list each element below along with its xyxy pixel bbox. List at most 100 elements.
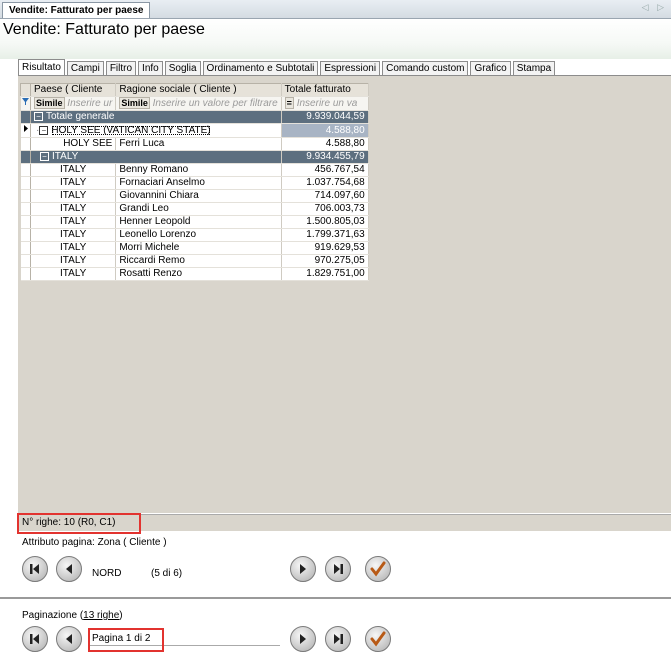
cell-paese[interactable]: ITALY — [30, 267, 117, 281]
next-page-attribute-button[interactable] — [290, 556, 316, 582]
table-row[interactable]: ITALY Riccardi Remo 970.275,05 — [20, 254, 369, 268]
apply-pagination-button[interactable] — [365, 626, 391, 652]
current-row-indicator-icon[interactable] — [20, 123, 31, 138]
group-value: 9.934.455,79 — [281, 150, 369, 164]
cell-totale[interactable]: 1.037.754,68 — [281, 176, 369, 190]
cell-ragione-sociale[interactable]: Fornaciari Anselmo — [115, 176, 282, 190]
tab-campi[interactable]: Campi — [66, 61, 104, 76]
group-label[interactable]: − Totale generale — [30, 110, 282, 124]
group-row-holy-see[interactable]: · − HOLY SEE (VATICAN CITY STATE) 4.588,80 — [20, 123, 369, 138]
cell-paese[interactable]: ITALY — [30, 176, 117, 190]
document-tab-bar: Vendite: Fatturato per paese ◁ ▷ — [0, 0, 671, 19]
cell-totale[interactable]: 970.275,05 — [281, 254, 369, 268]
cell-paese[interactable]: ITALY — [30, 215, 117, 229]
last-page-attribute-button[interactable] — [325, 556, 351, 582]
cell-totale[interactable]: 706.003,73 — [281, 202, 369, 216]
tab-risultato[interactable]: Risultato — [18, 59, 65, 76]
cell-paese[interactable]: ITALY — [30, 163, 117, 177]
collapse-icon[interactable]: − — [34, 112, 43, 121]
previous-page-attribute-button[interactable] — [56, 556, 82, 582]
cell-ragione-sociale[interactable]: Giovannini Chiara — [115, 189, 282, 203]
first-page-attribute-button[interactable] — [22, 556, 48, 582]
filter-operator-totale[interactable]: = — [284, 97, 294, 109]
previous-page-button[interactable] — [56, 626, 82, 652]
table-row[interactable]: ITALY Grandi Leo 706.003,73 — [20, 202, 369, 216]
cell-totale[interactable]: 4.588,80 — [281, 137, 369, 151]
first-page-button[interactable] — [22, 626, 48, 652]
tab-espressioni[interactable]: Espressioni — [320, 61, 381, 76]
cell-ragione-sociale[interactable]: Riccardi Remo — [115, 254, 282, 268]
row-header[interactable] — [20, 267, 31, 281]
cell-paese[interactable]: ITALY — [30, 254, 117, 268]
collapse-icon[interactable]: − — [39, 125, 49, 135]
column-header-paese[interactable]: Paese ( Cliente — [29, 83, 117, 97]
table-row[interactable]: ITALY Fornaciari Anselmo 1.037.754,68 — [20, 176, 369, 190]
cell-ragione-sociale[interactable]: Rosatti Renzo — [115, 267, 282, 281]
row-header[interactable] — [20, 202, 31, 216]
row-header[interactable] — [20, 176, 31, 190]
apply-page-attribute-button[interactable] — [365, 556, 391, 582]
table-row[interactable]: ITALY Morri Michele 919.629,53 — [20, 241, 369, 255]
filter-placeholder-ragione-sociale: Inserire un valore per filtrare — [152, 98, 278, 109]
cell-totale[interactable]: 1.500.805,03 — [281, 215, 369, 229]
row-header[interactable] — [20, 228, 31, 242]
next-page-button[interactable] — [290, 626, 316, 652]
table-row[interactable]: ITALY Leonello Lorenzo 1.799.371,63 — [20, 228, 369, 242]
cell-ragione-sociale[interactable]: Ferri Luca — [115, 137, 282, 151]
filter-icon[interactable] — [20, 96, 31, 111]
table-row[interactable]: HOLY SEE Ferri Luca 4.588,80 — [20, 137, 369, 151]
cell-totale[interactable]: 1.799.371,63 — [281, 228, 369, 242]
group-row-total[interactable]: − Totale generale 9.939.044,59 — [20, 110, 369, 124]
collapse-icon[interactable]: − — [40, 152, 49, 161]
cell-ragione-sociale[interactable]: Leonello Lorenzo — [115, 228, 282, 242]
pagination-rows-link[interactable]: 13 righe — [83, 610, 119, 621]
group-label[interactable]: − ITALY — [30, 150, 282, 164]
cell-paese[interactable]: ITALY — [30, 189, 117, 203]
row-header[interactable] — [20, 163, 31, 177]
row-header[interactable] — [20, 189, 31, 203]
table-row[interactable]: ITALY Rosatti Renzo 1.829.751,00 — [20, 267, 369, 281]
highlight-box-row-count — [17, 513, 141, 534]
cell-paese[interactable]: ITALY — [30, 202, 117, 216]
row-header[interactable] — [20, 150, 31, 164]
subgroup-label[interactable]: · − HOLY SEE (VATICAN CITY STATE) — [30, 123, 282, 138]
tab-stampa[interactable]: Stampa — [512, 61, 556, 76]
cell-ragione-sociale[interactable]: Henner Leopold — [115, 215, 282, 229]
cell-totale[interactable]: 714.097,60 — [281, 189, 369, 203]
column-header-ragione-sociale[interactable]: Ragione sociale ( Cliente ) — [115, 83, 282, 97]
tab-ordinamento[interactable]: Ordinamento e Subtotali — [202, 61, 319, 76]
group-row-italy[interactable]: − ITALY 9.934.455,79 — [20, 150, 369, 164]
last-page-button[interactable] — [325, 626, 351, 652]
filter-cell-paese[interactable]: Simile Inserire ur — [30, 96, 117, 111]
filter-cell-ragione-sociale[interactable]: Simile Inserire un valore per filtrare — [115, 96, 282, 111]
cell-paese[interactable]: ITALY — [30, 241, 117, 255]
table-row[interactable]: ITALY Benny Romano 456.767,54 — [20, 163, 369, 177]
document-tab[interactable]: Vendite: Fatturato per paese — [2, 2, 151, 18]
subgroup-value[interactable]: 4.588,80 — [281, 123, 369, 138]
tab-soglia[interactable]: Soglia — [164, 61, 201, 76]
tab-grafico[interactable]: Grafico — [470, 61, 511, 76]
filter-operator-paese[interactable]: Simile — [34, 97, 65, 109]
tab-filtro[interactable]: Filtro — [105, 61, 137, 76]
filter-operator-ragione-sociale[interactable]: Simile — [119, 97, 150, 109]
row-header[interactable] — [20, 241, 31, 255]
cell-ragione-sociale[interactable]: Benny Romano — [115, 163, 282, 177]
cell-totale[interactable]: 1.829.751,00 — [281, 267, 369, 281]
filter-cell-totale[interactable]: = Inserire un va — [281, 96, 369, 111]
column-header-totale-fatturato[interactable]: Totale fatturato — [280, 83, 369, 97]
row-header[interactable] — [20, 215, 31, 229]
cell-paese[interactable]: ITALY — [30, 228, 117, 242]
cell-totale[interactable]: 456.767,54 — [281, 163, 369, 177]
tab-comando-custom[interactable]: Comando custom — [382, 61, 469, 76]
cell-ragione-sociale[interactable]: Grandi Leo — [115, 202, 282, 216]
cell-ragione-sociale[interactable]: Morri Michele — [115, 241, 282, 255]
cell-totale[interactable]: 919.629,53 — [281, 241, 369, 255]
cell-paese[interactable]: HOLY SEE — [30, 137, 117, 151]
tab-scroll-arrows[interactable]: ◁ ▷ — [642, 2, 667, 13]
row-header[interactable] — [20, 137, 31, 151]
table-row[interactable]: ITALY Henner Leopold 1.500.805,03 — [20, 215, 369, 229]
row-header[interactable] — [20, 110, 31, 124]
table-row[interactable]: ITALY Giovannini Chiara 714.097,60 — [20, 189, 369, 203]
tab-info[interactable]: Info — [138, 61, 163, 76]
row-header[interactable] — [20, 254, 31, 268]
